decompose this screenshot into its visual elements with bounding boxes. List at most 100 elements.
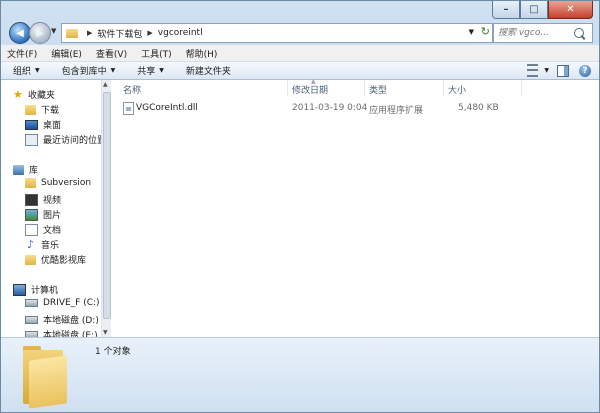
sidebar-item-videos[interactable]: 视频	[25, 193, 61, 206]
sidebar-item-drive-e[interactable]: 本地磁盘 (E:)	[25, 328, 98, 337]
file-list: 名称 ▲ 修改日期 类型 大小 VGCoreIntl.dll 2011-03-1…	[111, 78, 599, 337]
navigation-scrollbar[interactable]: ▲ ▼	[101, 80, 111, 337]
computer-icon	[13, 283, 26, 296]
column-divider[interactable]	[521, 80, 522, 96]
drive-icon	[25, 299, 38, 307]
address-row: ◀ ▶ ▼ ▶ 软件下载包 ▶ vgcoreintl ▼ ↻	[7, 21, 593, 45]
column-header-type[interactable]: 类型	[369, 83, 387, 96]
downloads-folder-icon	[25, 104, 36, 115]
sidebar-item-label: 音乐	[41, 241, 60, 251]
organize-button[interactable]: 组织 ▼	[13, 64, 40, 77]
preview-pane-icon[interactable]	[557, 64, 569, 77]
sidebar-group-computer[interactable]: 计算机	[13, 283, 58, 296]
view-options-icon[interactable]	[527, 64, 539, 77]
sidebar-item-pictures[interactable]: 图片	[25, 208, 61, 221]
share-button[interactable]: 共享 ▼	[137, 64, 164, 77]
breadcrumb-arrow-icon[interactable]: ▶	[87, 29, 92, 37]
scroll-up-icon[interactable]: ▲	[103, 81, 108, 88]
sidebar-item-label: 优酷影视库	[41, 256, 87, 266]
chevron-down-icon: ▼	[51, 27, 57, 35]
column-header-size[interactable]: 大小	[448, 83, 466, 96]
minimize-button[interactable]: –	[492, 1, 520, 19]
address-bar[interactable]: ▶ 软件下载包 ▶ vgcoreintl ▼ ↻	[61, 23, 493, 43]
caption-buttons: – □ ✕	[492, 1, 593, 19]
breadcrumb-arrow-icon[interactable]: ▶	[147, 29, 152, 37]
close-button[interactable]: ✕	[548, 1, 593, 19]
file-row[interactable]: VGCoreIntl.dll 2011-03-19 0:04 应用程序扩展 5,…	[121, 102, 591, 116]
sidebar-item-label: 文档	[43, 226, 62, 236]
menu-view[interactable]: 查看(V)	[96, 47, 127, 60]
column-header-modified[interactable]: 修改日期	[292, 83, 328, 96]
scroll-down-icon[interactable]: ▼	[103, 329, 108, 336]
sidebar-item-label: 图片	[43, 211, 62, 221]
sidebar-item-label: 桌面	[43, 121, 62, 131]
new-folder-button[interactable]: 新建文件夹	[186, 64, 231, 77]
chevron-down-icon[interactable]: ▼	[544, 67, 549, 74]
sidebar-item-desktop[interactable]: 桌面	[25, 118, 61, 131]
chevron-down-icon: ▼	[159, 67, 164, 74]
search-box	[493, 23, 593, 43]
menu-file[interactable]: 文件(F)	[7, 47, 37, 60]
star-icon: ★	[13, 87, 23, 101]
folder-icon	[21, 344, 67, 409]
command-bar: 组织 ▼ 包含到库中 ▼ 共享 ▼ 新建文件夹 ▼ ?	[1, 62, 599, 80]
document-icon	[25, 223, 38, 236]
forward-button[interactable]: ▶	[29, 22, 51, 44]
arrow-right-icon: ▶	[36, 27, 44, 39]
file-modified: 2011-03-19 0:04	[292, 103, 368, 113]
include-in-library-button[interactable]: 包含到库中 ▼	[62, 64, 116, 77]
folder-icon	[66, 28, 78, 38]
back-button[interactable]: ◀	[9, 22, 31, 44]
sidebar-item-drive-d[interactable]: 本地磁盘 (D:)	[25, 313, 99, 326]
sidebar-item-label: 下载	[41, 106, 60, 116]
column-divider[interactable]	[364, 80, 365, 96]
menu-edit[interactable]: 编辑(E)	[51, 47, 82, 60]
sidebar-item-music[interactable]: ♪ 音乐	[25, 238, 60, 252]
video-icon	[25, 193, 38, 206]
file-type: 应用程序扩展	[369, 106, 424, 116]
group-label: 库	[29, 166, 39, 176]
sidebar-item-recent[interactable]: 最近访问的位置	[25, 133, 101, 146]
picture-icon	[25, 208, 38, 221]
sidebar-item-label: Subversion	[41, 178, 92, 188]
file-name: VGCoreIntl.dll	[136, 103, 198, 113]
menu-tools[interactable]: 工具(T)	[141, 47, 172, 60]
menu-help[interactable]: 帮助(H)	[186, 47, 218, 60]
refresh-icon[interactable]: ↻	[481, 25, 490, 38]
sidebar-item-label: DRIVE_F (C:)	[43, 298, 100, 308]
item-count: 1 个对象	[95, 347, 131, 357]
sidebar-group-favorites[interactable]: ★ 收藏夹	[13, 87, 55, 102]
sidebar-item-subversion[interactable]: Subversion	[25, 178, 91, 188]
maximize-button[interactable]: □	[520, 1, 548, 19]
library-icon	[13, 164, 24, 175]
group-label: 计算机	[31, 286, 59, 296]
dll-file-icon	[123, 102, 134, 115]
sidebar-item-label: 视频	[43, 196, 62, 206]
column-divider[interactable]	[443, 80, 444, 96]
view-controls: ▼ ?	[527, 64, 591, 77]
navigation-pane: ★ 收藏夹 下载 桌面 最近访问的位置 库 Subversion 视频 图片 文档…	[1, 80, 101, 337]
chevron-down-icon: ▼	[35, 67, 40, 74]
sidebar-item-downloads[interactable]: 下载	[25, 103, 59, 116]
sidebar-item-label: 最近访问的位置	[43, 136, 101, 146]
sidebar-group-libraries[interactable]: 库	[13, 163, 38, 176]
breadcrumb-item[interactable]: 软件下载包	[97, 27, 142, 40]
subversion-folder-icon	[25, 178, 36, 188]
column-header-name[interactable]: 名称	[123, 83, 141, 96]
sidebar-item-youku[interactable]: 优酷影视库	[25, 253, 86, 266]
column-divider[interactable]	[287, 80, 288, 96]
sidebar-item-label: 本地磁盘 (D:)	[43, 316, 99, 326]
organize-label: 组织	[13, 67, 32, 77]
search-icon[interactable]	[574, 28, 584, 38]
drive-icon	[25, 315, 38, 324]
help-icon[interactable]: ?	[579, 64, 591, 77]
recent-pages-dropdown[interactable]: ▼	[51, 27, 56, 35]
sidebar-item-drive-c[interactable]: DRIVE_F (C:)	[25, 298, 100, 308]
sidebar-item-documents[interactable]: 文档	[25, 223, 61, 236]
address-history-dropdown[interactable]: ▼	[469, 28, 474, 36]
search-input[interactable]	[498, 28, 568, 38]
arrow-left-icon: ◀	[16, 27, 24, 39]
breadcrumb-item[interactable]: vgcoreintl	[158, 28, 203, 38]
explorer-window: – □ ✕ ◀ ▶ ▼ ▶ 软件下载包 ▶ vgcoreintl ▼ ↻ 文件(…	[0, 0, 600, 413]
scrollbar-thumb[interactable]	[103, 92, 111, 319]
